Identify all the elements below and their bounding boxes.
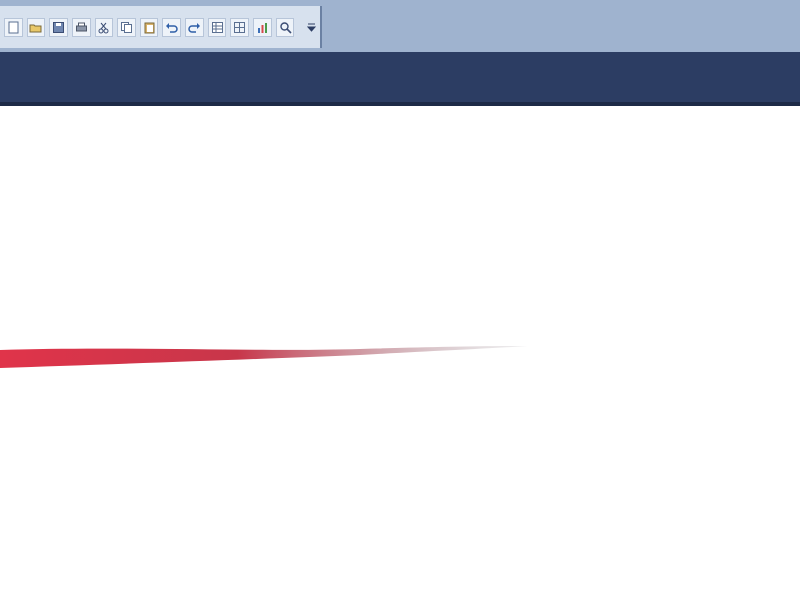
new-icon	[8, 21, 19, 33]
ribbon-bar	[0, 52, 800, 106]
standard-toolbar	[0, 6, 322, 48]
red-brush-stroke	[0, 346, 528, 368]
open-icon	[29, 24, 42, 32]
grid-button[interactable]	[230, 17, 250, 37]
grid-icon	[234, 21, 246, 33]
redo-icon	[188, 22, 200, 33]
chevron-down-icon	[306, 23, 316, 32]
chart-icon	[257, 22, 267, 33]
brush-stroke	[0, 346, 528, 368]
undo-button[interactable]	[162, 17, 182, 37]
open-button[interactable]	[26, 17, 46, 37]
cut-button[interactable]	[94, 17, 114, 37]
application-window	[0, 0, 800, 600]
undo-icon	[166, 22, 178, 33]
toolbar-overflow-button[interactable]	[302, 15, 320, 39]
zoom-button[interactable]	[275, 17, 295, 37]
chart-button[interactable]	[253, 17, 272, 37]
save-button[interactable]	[49, 17, 68, 37]
paste-icon	[144, 22, 155, 33]
copy-button[interactable]	[117, 17, 136, 37]
table-button[interactable]	[207, 17, 227, 37]
new-button[interactable]	[4, 17, 23, 37]
paste-button[interactable]	[139, 17, 159, 37]
print-icon	[75, 22, 87, 31]
table-icon	[211, 21, 223, 33]
print-button[interactable]	[71, 17, 91, 37]
copy-icon	[121, 21, 133, 33]
save-icon	[53, 21, 65, 33]
document-canvas[interactable]	[0, 106, 800, 600]
cut-icon	[98, 22, 109, 33]
toolbar-strip	[0, 0, 800, 52]
zoom-icon	[279, 21, 292, 34]
redo-button[interactable]	[185, 17, 204, 37]
